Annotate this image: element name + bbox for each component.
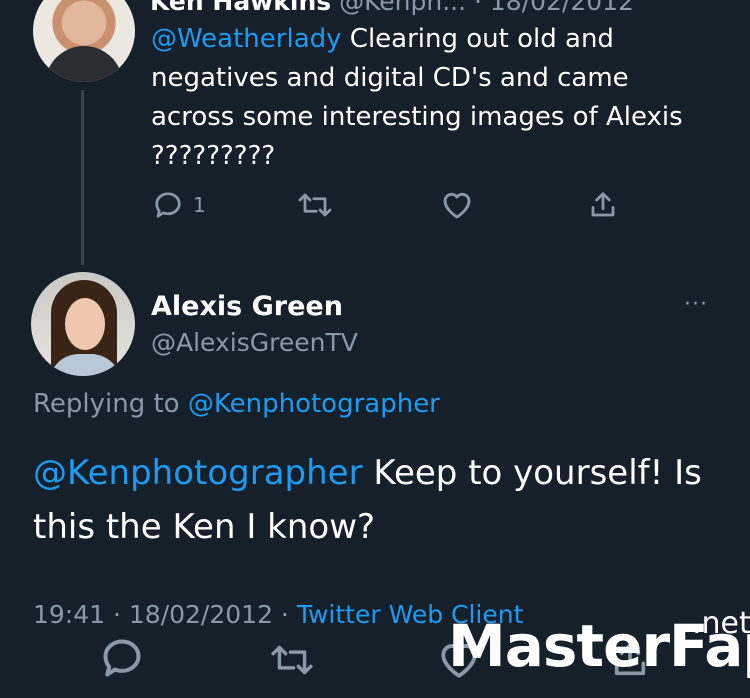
parent-tweet-date[interactable]: · 18/02/2012 — [474, 0, 634, 16]
parent-tweet-header: Ken Hawkins @Kenph... · 18/02/2012 — [150, 0, 634, 16]
more-icon[interactable]: ··· — [684, 292, 708, 317]
replying-to-link[interactable]: @Kenphotographer — [188, 389, 440, 419]
replying-prefix: Replying to — [33, 389, 188, 419]
parent-share-button[interactable] — [588, 190, 618, 220]
author-handle[interactable]: @AlexisGreenTV — [151, 328, 358, 357]
share-icon — [591, 192, 615, 217]
parent-author-name[interactable]: Ken Hawkins — [150, 0, 331, 16]
retweet-icon — [298, 193, 332, 217]
parent-retweet-button[interactable] — [297, 190, 333, 220]
tweet-text: @Kenphotographer Keep to yourself! Is th… — [33, 446, 723, 554]
retweet-button[interactable] — [270, 640, 314, 680]
parent-tweet-text: @Weatherlady Clearing out old and negati… — [151, 20, 711, 176]
alexis-avatar[interactable] — [31, 272, 135, 376]
parent-like-button[interactable] — [441, 190, 473, 220]
parent-reply-button[interactable]: 1 — [153, 190, 206, 220]
parent-reply-count: 1 — [193, 193, 206, 217]
like-icon — [443, 192, 471, 219]
mention-link[interactable]: @Kenphotographer — [33, 453, 363, 493]
ken-avatar[interactable] — [33, 0, 135, 82]
tweet-timestamp[interactable]: 19:41 · 18/02/2012 · — [33, 600, 297, 629]
parent-author-handle[interactable]: @Kenph... — [339, 0, 466, 16]
watermark-suffix: .net — [692, 606, 750, 641]
watermark-logo: MasterFap .net — [448, 606, 750, 680]
reply-icon — [103, 639, 141, 677]
reply-icon — [155, 192, 181, 218]
replying-to-line: Replying to @Kenphotographer — [33, 389, 440, 419]
author-name[interactable]: Alexis Green — [151, 291, 343, 322]
retweet-icon — [271, 645, 313, 675]
parent-mention-link[interactable]: @Weatherlady — [151, 24, 342, 54]
thread-connector-line — [81, 90, 84, 265]
parent-more-icon[interactable]: ··· — [690, 0, 714, 5]
reply-button[interactable] — [100, 636, 144, 680]
